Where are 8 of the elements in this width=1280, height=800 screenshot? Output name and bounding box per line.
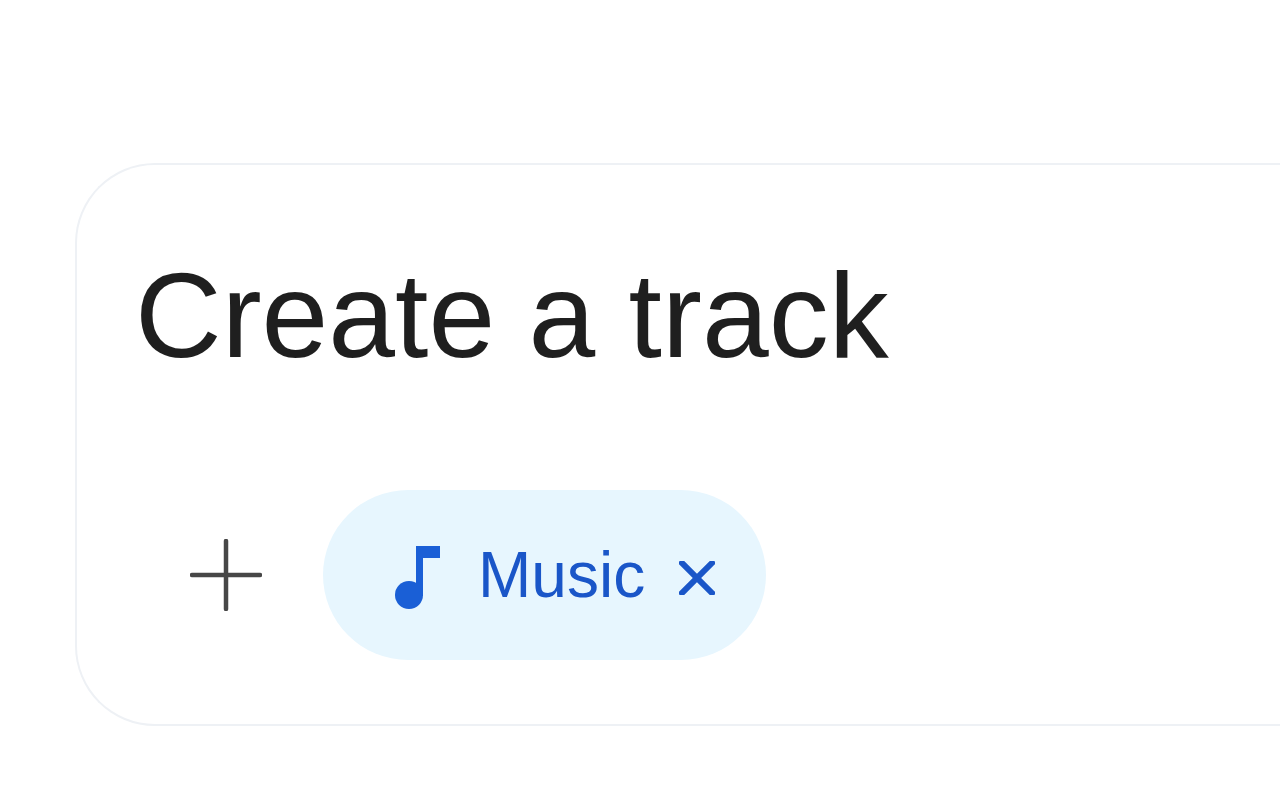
add-button[interactable] [190, 539, 262, 611]
remove-button[interactable] [679, 561, 716, 595]
card-title: Create a track [135, 247, 890, 384]
close-icon [679, 561, 716, 595]
plus-icon [190, 539, 262, 611]
tag-chip[interactable]: Music [323, 490, 767, 660]
chip-label: Music [478, 543, 646, 607]
music-note-icon [395, 545, 440, 609]
